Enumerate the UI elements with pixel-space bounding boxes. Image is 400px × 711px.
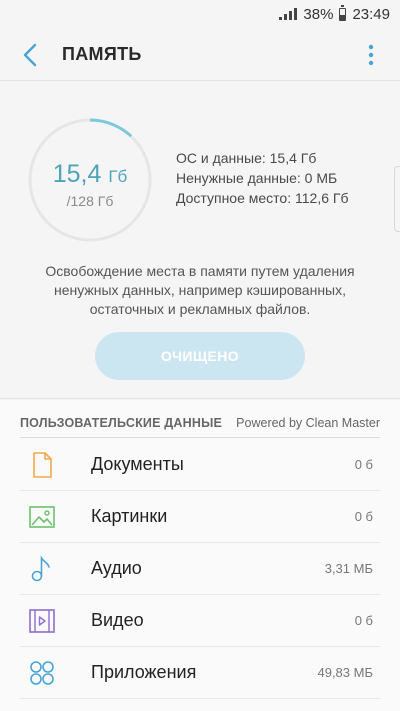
video-icon xyxy=(29,609,55,633)
music-note-icon xyxy=(31,555,50,582)
clean-description: Освобождение места в памяти путем удален… xyxy=(45,263,355,317)
junk-data: Ненужные данные: 0 МБ xyxy=(176,170,338,186)
item-size: 49,83 МБ xyxy=(317,665,373,680)
item-size: 3,31 МБ xyxy=(324,561,373,576)
list-item-apps[interactable]: Приложения 49,83 МБ xyxy=(0,647,400,699)
image-icon xyxy=(29,506,55,528)
item-size: 0 б xyxy=(354,509,373,524)
item-label: Документы xyxy=(91,454,184,474)
clean-button[interactable]: ОЧИЩЕНО xyxy=(95,332,305,380)
battery-icon xyxy=(339,4,347,21)
more-options-icon[interactable] xyxy=(364,44,378,66)
item-label: Аудио xyxy=(91,558,142,578)
document-icon xyxy=(33,452,52,478)
total-storage: /128 Гб xyxy=(66,193,114,209)
user-data-title: ПОЛЬЗОВАТЕЛЬСКИЕ ДАННЫЕ xyxy=(20,415,223,430)
user-data-header: ПОЛЬЗОВАТЕЛЬСКИЕ ДАННЫЕ Powered by Clean… xyxy=(20,412,380,438)
list-item-images[interactable]: Картинки 0 б xyxy=(0,491,400,543)
storage-stats: ОС и данные: 15,4 Гб Ненужные данные: 0 … xyxy=(176,148,348,208)
app-bar: ПАМЯТЬ xyxy=(0,28,400,80)
used-storage-value: 15,4 xyxy=(52,160,102,188)
item-size: 0 б xyxy=(354,613,373,628)
section-divider xyxy=(0,398,400,399)
battery-percent: 38% xyxy=(303,5,334,23)
powered-by: Powered by Clean Master xyxy=(236,415,380,430)
signal-icon xyxy=(279,8,298,20)
page-title: ПАМЯТЬ xyxy=(62,44,142,64)
item-size: 0 б xyxy=(354,457,373,472)
header-divider xyxy=(0,80,400,81)
available-space: Доступное место: 112,6 Гб xyxy=(176,190,349,206)
os-and-data: ОС и данные: 15,4 Гб xyxy=(176,150,317,166)
apps-icon xyxy=(30,661,54,685)
item-label: Картинки xyxy=(91,506,168,526)
clock: 23:49 xyxy=(352,5,390,23)
item-label: Приложения xyxy=(91,662,197,682)
used-storage-unit: Гб xyxy=(108,167,128,186)
list-item-documents[interactable]: Документы 0 б xyxy=(0,439,400,491)
item-label: Видео xyxy=(91,610,144,630)
list-item-video[interactable]: Видео 0 б xyxy=(0,595,400,647)
used-storage: 15,4 Гб xyxy=(26,160,154,189)
status-bar: 38% 23:49 xyxy=(0,0,400,28)
side-handle[interactable] xyxy=(394,166,400,232)
item-divider xyxy=(20,698,380,699)
list-item-audio[interactable]: Аудио 3,31 МБ xyxy=(0,543,400,595)
back-arrow-icon[interactable] xyxy=(18,42,44,68)
